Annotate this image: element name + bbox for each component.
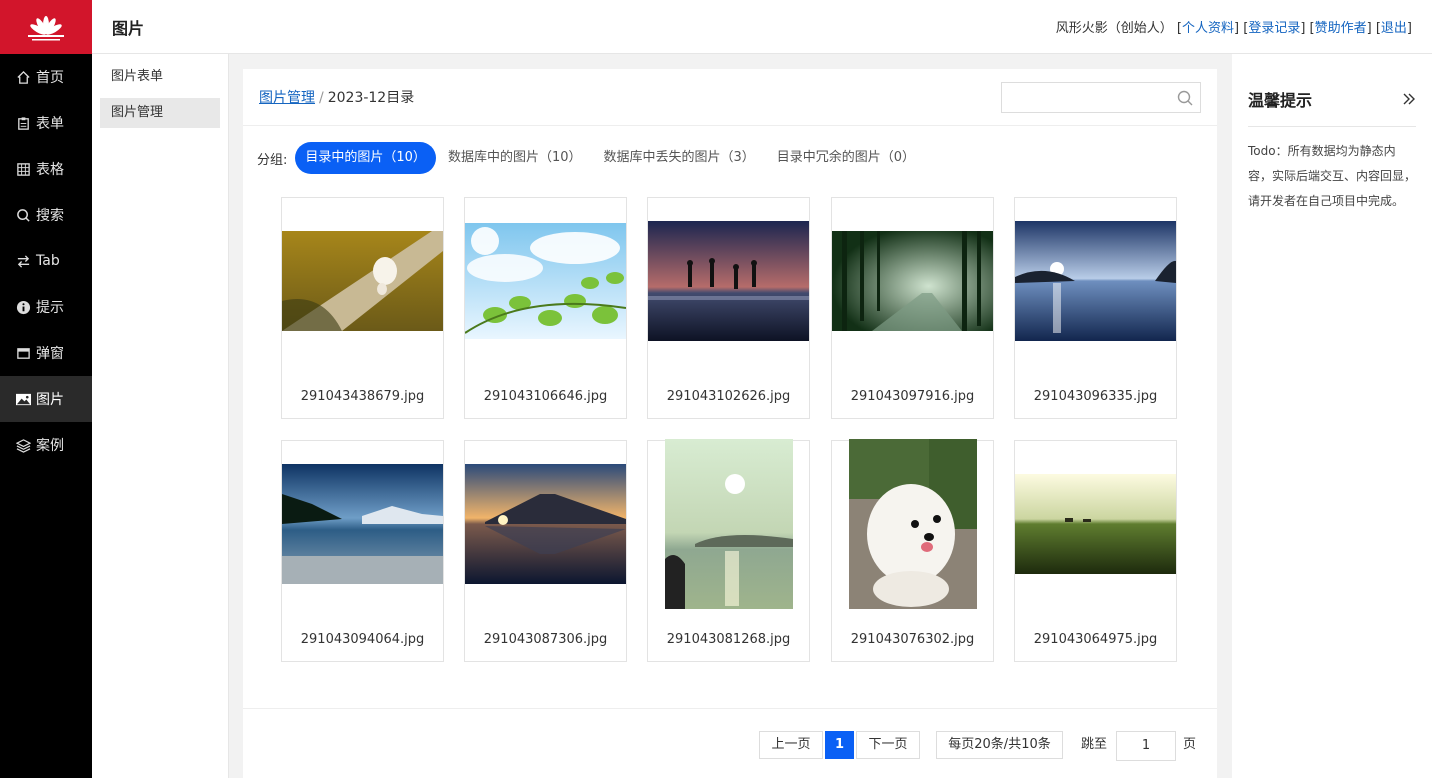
search-icon[interactable] (1177, 90, 1193, 106)
sidebar-item-label: 提示 (36, 300, 64, 316)
double-chevron-right-icon[interactable] (1402, 93, 1416, 105)
image-card[interactable]: 291043087306.jpg (464, 440, 627, 662)
user-area: 风形火影（创始人） [个人资料] [登录记录] [赞助作者] [退出] (1055, 21, 1412, 36)
image-card[interactable]: 291043094064.jpg (281, 440, 444, 662)
sidebar-item-info[interactable]: 提示 (0, 284, 92, 330)
group-tab-db-images[interactable]: 数据库中的图片（10） (438, 142, 592, 174)
sidebar-item-image[interactable]: 图片 (0, 376, 92, 422)
page-suffix: 页 (1183, 737, 1197, 752)
jump-page-input[interactable]: 1 (1116, 731, 1176, 761)
sidebar-item-table[interactable]: 表格 (0, 146, 92, 192)
search-icon (14, 206, 32, 224)
sidebar-item-label: 案例 (36, 438, 64, 454)
image-card[interactable]: 291043064975.jpg (1014, 440, 1177, 662)
sponsor-link[interactable]: 赞助作者 (1315, 21, 1367, 36)
home-icon (14, 68, 32, 86)
sidebar-item-layers[interactable]: 案例 (0, 422, 92, 468)
group-filter: 分组: 目录中的图片（10） 数据库中的图片（10） 数据库中丢失的图片（3） … (243, 126, 1217, 190)
sub-menu: 图片表单 图片管理 (92, 54, 229, 778)
logout-link[interactable]: 退出 (1381, 21, 1407, 36)
image-icon (14, 390, 32, 408)
image-card[interactable]: 291043102626.jpg (647, 197, 810, 419)
image-thumbnail[interactable] (1015, 474, 1176, 574)
top-bar: 图片 风形火影（创始人） [个人资料] [登录记录] [赞助作者] [退出] (92, 0, 1432, 54)
image-thumbnail[interactable] (665, 439, 793, 609)
page-size-select[interactable]: 每页20条/共10条 (936, 731, 1063, 759)
tips-text: Todo：所有数据均为静态内容，实际后端交互、内容回显，请开发者在自己项目中完成… (1248, 144, 1417, 208)
image-thumbnail[interactable] (465, 464, 626, 584)
submenu-item-image-form[interactable]: 图片表单 (100, 62, 220, 92)
breadcrumb: 图片管理/2023-12目录 (259, 87, 414, 107)
window-icon (14, 344, 32, 362)
sidebar-item-label: 图片 (36, 392, 64, 408)
image-thumbnail[interactable] (849, 439, 977, 609)
breadcrumb-separator: / (319, 90, 324, 106)
table-icon (14, 160, 32, 178)
image-thumbnail[interactable] (465, 223, 626, 339)
login-history-link[interactable]: 登录记录 (1248, 21, 1300, 36)
image-thumbnail[interactable] (282, 464, 443, 584)
image-thumbnail[interactable] (832, 231, 993, 331)
tips-header: 温馨提示 (1248, 54, 1416, 127)
info-icon (14, 298, 32, 316)
image-card[interactable]: 291043106646.jpg (464, 197, 627, 419)
sidebar-item-label: 首页 (36, 70, 64, 86)
group-tab-missing-images[interactable]: 数据库中丢失的图片（3） (593, 142, 764, 174)
image-filename: 291043097916.jpg (850, 389, 975, 404)
main-sidebar: 首页表单表格搜索 Tab 提示弹窗图片案例 (0, 0, 92, 778)
prev-page-button[interactable]: 上一页 (759, 731, 823, 759)
breadcrumb-bar: 图片管理/2023-12目录 (243, 69, 1217, 126)
search-input[interactable] (1002, 82, 1172, 112)
sidebar-item-label: 搜索 (36, 208, 64, 224)
jump-label: 跳至 (1081, 737, 1108, 752)
sidebar-item-label: 弹窗 (36, 346, 64, 362)
image-filename: 291043102626.jpg (666, 389, 791, 404)
submenu-item-image-manage[interactable]: 图片管理 (100, 98, 220, 128)
layers-icon (14, 436, 32, 454)
next-page-button[interactable]: 下一页 (856, 731, 920, 759)
image-filename: 291043081268.jpg (666, 632, 791, 647)
profile-link[interactable]: 个人资料 (1182, 21, 1234, 36)
sidebar-item-form[interactable]: 表单 (0, 100, 92, 146)
sidebar-item-label: Tab (36, 253, 60, 269)
image-filename: 291043438679.jpg (300, 389, 425, 404)
sidebar-item-home[interactable]: 首页 (0, 54, 92, 100)
tips-panel: 温馨提示 Todo：所有数据均为静态内容，实际后端交互、内容回显，请开发者在自己… (1232, 54, 1432, 778)
image-filename: 291043064975.jpg (1033, 632, 1158, 647)
image-thumbnail[interactable] (648, 221, 809, 341)
image-filename: 291043106646.jpg (483, 389, 608, 404)
image-filename: 291043076302.jpg (850, 632, 975, 647)
image-card[interactable]: 291043097916.jpg (831, 197, 994, 419)
image-filename: 291043096335.jpg (1033, 389, 1158, 404)
logo-icon (28, 16, 64, 41)
user-name: 风形火影（创始人） (1055, 21, 1173, 36)
form-icon (14, 114, 32, 132)
pagination: 上一页 1 下一页 每页20条/共10条 跳至 1 页 (243, 708, 1217, 778)
image-card[interactable]: 291043096335.jpg (1014, 197, 1177, 419)
image-thumbnail[interactable] (1015, 221, 1176, 341)
swap-icon (14, 252, 32, 270)
breadcrumb-current: 2023-12目录 (327, 90, 415, 106)
tips-title: 温馨提示 (1248, 91, 1313, 110)
sidebar-item-label: 表格 (36, 162, 64, 178)
image-filename: 291043087306.jpg (483, 632, 608, 647)
page-title: 图片 (112, 18, 145, 38)
group-tab-redundant-images[interactable]: 目录中冗余的图片（0） (767, 142, 925, 174)
image-thumbnail[interactable] (282, 231, 443, 331)
sidebar-item-label: 表单 (36, 116, 64, 132)
image-card[interactable]: 291043076302.jpg (831, 439, 994, 662)
main-panel: 图片管理/2023-12目录 分组: 目录中的图片（10） 数据库中的图片（10… (243, 69, 1217, 778)
page-1-button[interactable]: 1 (825, 731, 854, 759)
logo[interactable] (0, 0, 92, 54)
image-card[interactable]: 291043438679.jpg (281, 197, 444, 419)
breadcrumb-root-link[interactable]: 图片管理 (259, 90, 315, 106)
sidebar-item-swap[interactable]: Tab (0, 238, 92, 284)
sidebar-item-search[interactable]: 搜索 (0, 192, 92, 238)
image-card[interactable]: 291043081268.jpg (647, 439, 810, 662)
image-filename: 291043094064.jpg (300, 632, 425, 647)
search-box (1001, 81, 1201, 113)
sidebar-item-window[interactable]: 弹窗 (0, 330, 92, 376)
group-label: 分组: (257, 152, 288, 168)
group-tab-dir-images[interactable]: 目录中的图片（10） (295, 142, 436, 174)
